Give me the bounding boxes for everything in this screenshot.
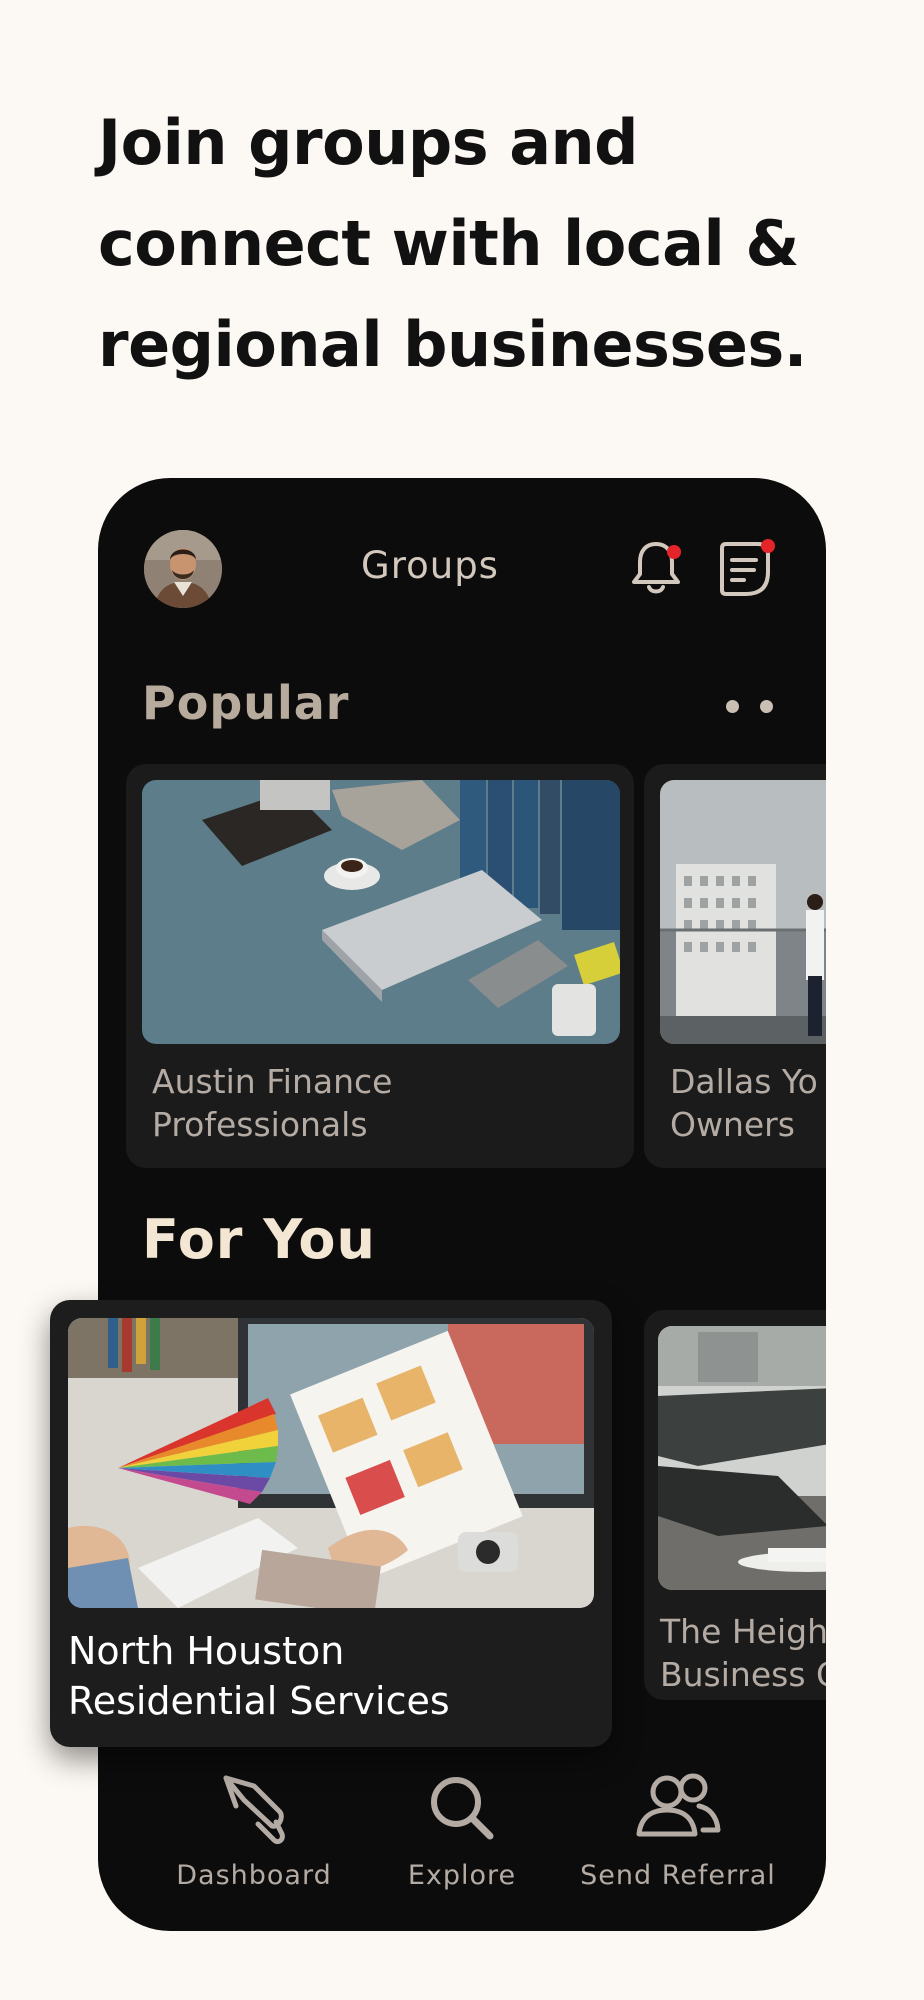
group-image-city-building — [660, 780, 826, 1044]
users-icon — [636, 1773, 721, 1837]
notification-dot — [667, 545, 681, 559]
headline-line-3: regional businesses. — [98, 308, 807, 381]
group-card-heights[interactable]: The Heigh Business C — [644, 1310, 826, 1700]
carousel-dots[interactable] — [726, 700, 778, 714]
headline-line-2: connect with local & — [98, 207, 799, 280]
section-heading-popular: Popular — [142, 676, 350, 730]
nav-label: Dashboard — [176, 1860, 332, 1891]
bell-icon[interactable] — [630, 538, 686, 598]
group-image-office-desk — [142, 780, 620, 1044]
group-title: North Houston Residential Services — [68, 1629, 450, 1723]
user-avatar[interactable] — [144, 530, 222, 608]
rocket-icon — [223, 1775, 285, 1845]
search-icon — [431, 1777, 494, 1840]
nav-label: Send Referral — [580, 1860, 776, 1891]
nav-explore[interactable]: Explore — [362, 1768, 562, 1891]
chat-icon[interactable] — [714, 538, 776, 600]
group-title: Austin Finance Professionals — [152, 1062, 393, 1144]
group-card-dallas[interactable]: Dallas Yo Owners — [644, 764, 826, 1168]
message-dot — [761, 539, 775, 553]
page-headline: Join groups and connect with local & reg… — [98, 92, 858, 395]
group-title: Dallas Yo Owners — [670, 1062, 818, 1144]
topbar-title: Groups — [361, 544, 499, 587]
group-card-north-houston[interactable]: North Houston Residential Services — [50, 1300, 612, 1747]
nav-send-referral[interactable]: Send Referral — [568, 1768, 788, 1891]
nav-label: Explore — [407, 1860, 517, 1891]
group-card-austin[interactable]: Austin Finance Professionals — [126, 764, 634, 1168]
nav-dashboard[interactable]: Dashboard — [150, 1768, 358, 1891]
group-image-design-desk — [68, 1318, 594, 1608]
group-title: The Heigh Business C — [660, 1612, 826, 1694]
section-heading-for-you: For You — [142, 1208, 376, 1271]
headline-line-1: Join groups and — [98, 106, 639, 179]
group-image-handshake — [658, 1326, 826, 1590]
